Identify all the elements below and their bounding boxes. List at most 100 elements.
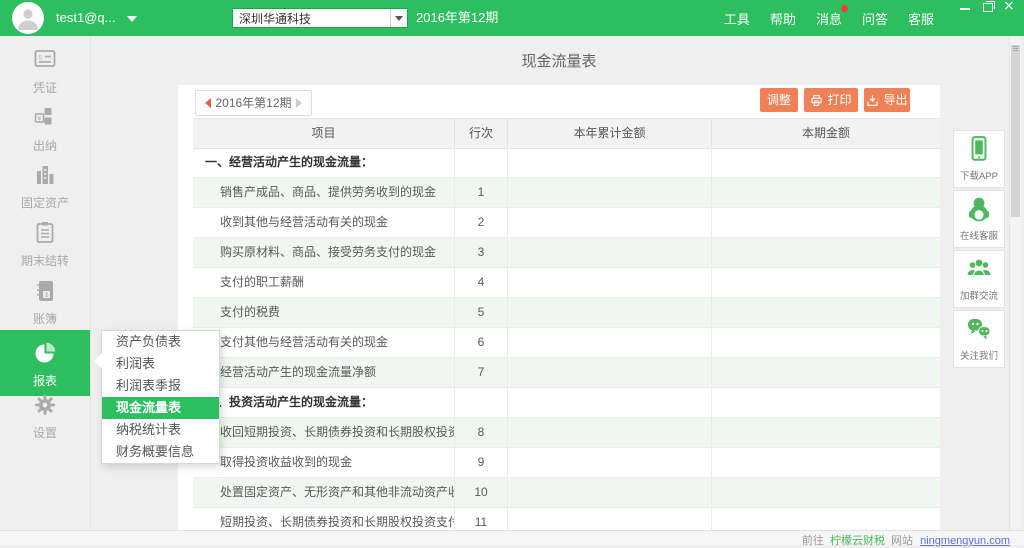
restore-icon[interactable] (978, 0, 996, 15)
period-amount-cell (712, 208, 940, 238)
table-row: 经营活动产生的现金流量净额7 (193, 358, 940, 388)
sidebar-item-label: 设置 (0, 424, 90, 441)
app-download-icon (954, 131, 1004, 167)
item-cell: 收回短期投资、长期债券投资和长期股权投资收到的现金 (193, 418, 455, 448)
line-number-cell: 11 (455, 508, 508, 530)
sidebar-item-period-closing[interactable]: 期末结转 (0, 218, 90, 274)
titlebar-menu-item[interactable]: 帮助 (770, 9, 796, 28)
table-body: 一、经营活动产生的现金流量：销售产成品、商品、提供劳务收到的现金1收到其他与经营… (193, 148, 940, 530)
period-amount-cell (712, 238, 940, 268)
table-header-cell: 本期金额 (712, 118, 940, 149)
line-number-cell: 2 (455, 208, 508, 238)
export-button[interactable]: 导出 (864, 88, 910, 112)
ledger-icon: $ (0, 276, 90, 308)
chevron-down-icon (127, 16, 137, 22)
titlebar-menu-item-label: 帮助 (770, 12, 796, 27)
item-cell: 经营活动产生的现金流量净额 (193, 358, 455, 388)
titlebar-menu-item[interactable]: 工具 (724, 9, 750, 28)
scrollbar-grip-icon (1011, 46, 1020, 51)
titlebar-menu-item[interactable]: 客服 (908, 9, 934, 28)
footer-site-link[interactable]: ningmengyun.com (920, 535, 1010, 547)
submenu-item[interactable]: 利润表季报 (102, 375, 219, 397)
sidebar-item-fixed-assets[interactable]: 固定资产 (0, 160, 90, 216)
titlebar-menu: 工具 帮助 消息 问答 客服 (724, 0, 934, 36)
sidebar-item-label: 报表 (0, 372, 90, 389)
line-number-cell: 1 (455, 178, 508, 208)
sidebar-item-cashier[interactable]: ¥出纳 (0, 103, 90, 159)
table-row: 短期投资、长期债券投资和长期股权投资支付的现金11 (193, 508, 940, 530)
footer-middle: 网站 (891, 535, 913, 547)
sidebar-item-label: 凭证 (0, 79, 90, 96)
table-row: 收回短期投资、长期债券投资和长期股权投资收到的现金8 (193, 418, 940, 448)
scrollbar-thumb[interactable] (1011, 45, 1020, 217)
item-cell: 二、投资活动产生的现金流量： (193, 388, 455, 418)
period-selector[interactable]: 2016年第12期 (195, 90, 312, 116)
period-amount-cell (712, 418, 940, 448)
cashier-icon: ¥ (0, 103, 90, 135)
ytd-amount-cell (508, 358, 712, 388)
print-button[interactable]: 打印 (804, 88, 858, 112)
footer-brand: 柠檬云财税 (830, 535, 885, 547)
footer-bar: 前往 柠檬云财税 网站 ningmengyun.com (0, 530, 1024, 545)
widget-label: 加群交流 (955, 287, 1003, 301)
ytd-amount-cell (508, 238, 712, 268)
sidebar-item-reports-pie[interactable]: 报表 (0, 330, 90, 396)
widget-group-chat[interactable]: 加群交流 (953, 250, 1005, 308)
widget-app-download[interactable]: 下载APP (953, 130, 1005, 188)
ytd-amount-cell (508, 418, 712, 448)
username: test1@q... (56, 10, 115, 25)
item-cell: 支付其他与经营活动有关的现金 (193, 328, 455, 358)
widget-label: 下载APP (955, 167, 1003, 181)
ytd-amount-cell (508, 478, 712, 508)
sidebar-item-ledger[interactable]: $ 账簿 (0, 276, 90, 332)
close-icon[interactable]: × (1000, 0, 1018, 15)
svg-text:s: s (39, 55, 43, 62)
submenu-item[interactable]: 纳税统计表 (102, 419, 219, 441)
sidebar-item-label: 账簿 (0, 310, 90, 327)
sidebar-item-settings-gear[interactable]: 设置 (0, 390, 90, 446)
submenu-item[interactable]: 资产负债表 (102, 331, 219, 353)
table-row: 支付的职工薪酬4 (193, 268, 940, 298)
user-icon (16, 6, 40, 30)
widget-online-service[interactable]: 在线客服 (953, 190, 1005, 248)
period-selector-label: 2016年第12期 (196, 91, 311, 115)
period-amount-cell (712, 358, 940, 388)
line-number-cell: 8 (455, 418, 508, 448)
submenu-item[interactable]: 现金流量表 (102, 397, 219, 419)
printer-icon (810, 94, 823, 107)
period-amount-cell (712, 508, 940, 530)
minimize-icon[interactable] (956, 0, 974, 15)
arrow-left-icon[interactable] (205, 98, 211, 108)
user-menu[interactable]: test1@q... (56, 0, 137, 36)
table-header-cell: 行次 (455, 118, 508, 149)
wechat-follow-icon (954, 311, 1004, 347)
item-cell: 购买原材料、商品、接受劳务支付的现金 (193, 238, 455, 268)
adjust-button-label: 调整 (767, 88, 791, 112)
period-amount-cell (712, 478, 940, 508)
print-button-label: 打印 (827, 88, 851, 112)
table-row: 销售产成品、商品、提供劳务收到的现金1 (193, 178, 940, 208)
widget-label: 关注我们 (955, 347, 1003, 361)
titlebar: test1@q... 深圳华通科技 2016年第12期 工具帮助消息问答客服 × (0, 0, 1024, 36)
table-header-cell: 项目 (193, 118, 455, 149)
ytd-amount-cell (508, 508, 712, 530)
sidebar-item-voucher[interactable]: s 凭证 (0, 45, 90, 101)
titlebar-menu-item[interactable]: 问答 (862, 9, 888, 28)
item-cell: 短期投资、长期债券投资和长期股权投资支付的现金 (193, 508, 455, 530)
reports-submenu: 资产负债表利润表利润表季报现金流量表纳税统计表财务概要信息 (101, 330, 220, 464)
window-controls: × (956, 0, 1018, 15)
report-card: 2016年第12期 调整 打印 导出 项目行次本年累计金额本期金额 一、经营活动… (178, 85, 940, 530)
submenu-item[interactable]: 利润表 (102, 353, 219, 375)
avatar[interactable] (12, 2, 44, 34)
line-number-cell (455, 388, 508, 418)
line-number-cell (455, 148, 508, 178)
reports-pie-icon (0, 338, 90, 370)
titlebar-menu-item[interactable]: 消息 (816, 9, 842, 28)
submenu-item[interactable]: 财务概要信息 (102, 441, 219, 463)
arrow-right-icon[interactable] (296, 98, 302, 108)
vertical-scrollbar[interactable] (1009, 36, 1021, 530)
company-select[interactable]: 深圳华通科技 (232, 8, 408, 28)
ytd-amount-cell (508, 208, 712, 238)
adjust-button[interactable]: 调整 (760, 88, 798, 112)
widget-wechat-follow[interactable]: 关注我们 (953, 310, 1005, 368)
